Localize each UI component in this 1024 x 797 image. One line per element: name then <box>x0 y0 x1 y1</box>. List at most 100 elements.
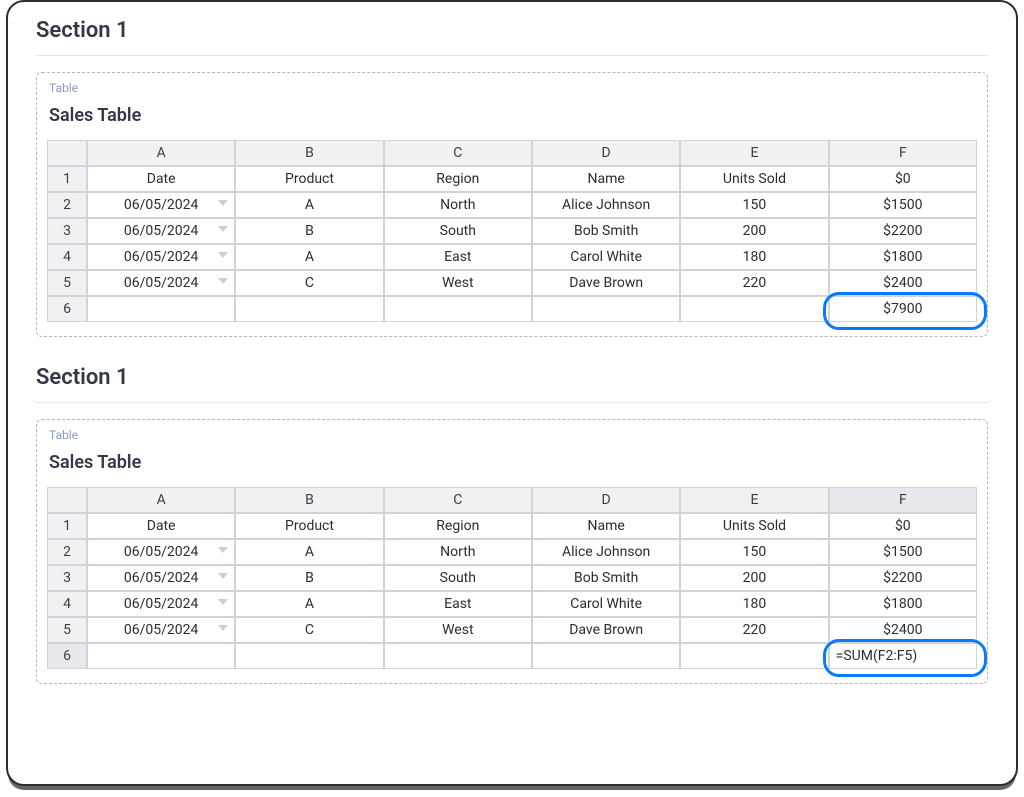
cell-formula-editing[interactable] <box>829 643 977 669</box>
cell[interactable]: South <box>384 218 532 244</box>
cell[interactable]: 180 <box>680 591 828 617</box>
col-E[interactable]: E <box>680 140 828 166</box>
col-D[interactable]: D <box>532 487 680 513</box>
filter-icon[interactable] <box>218 573 228 583</box>
cell[interactable]: North <box>384 192 532 218</box>
cell[interactable]: $1500 <box>829 539 977 565</box>
cell[interactable] <box>87 643 235 669</box>
col-D[interactable]: D <box>532 140 680 166</box>
cell[interactable]: Carol White <box>532 244 680 270</box>
cell-sum-result[interactable]: $7900 <box>829 296 977 322</box>
cell[interactable] <box>384 643 532 669</box>
filter-icon[interactable] <box>218 226 228 236</box>
row-num-selected[interactable]: 6 <box>47 643 87 669</box>
cell[interactable]: $0 <box>829 513 977 539</box>
cell[interactable] <box>680 296 828 322</box>
cell[interactable]: Bob Smith <box>532 218 680 244</box>
cell[interactable]: 06/05/2024 <box>87 244 235 270</box>
cell[interactable]: 220 <box>680 270 828 296</box>
cell[interactable]: Region <box>384 166 532 192</box>
cell[interactable]: C <box>235 270 383 296</box>
cell[interactable]: A <box>235 244 383 270</box>
corner-cell[interactable] <box>47 487 87 513</box>
col-F-selected[interactable]: F <box>829 487 977 513</box>
cell[interactable]: B <box>235 218 383 244</box>
cell[interactable]: $2200 <box>829 218 977 244</box>
row-num[interactable]: 1 <box>47 166 87 192</box>
cell[interactable]: East <box>384 591 532 617</box>
cell[interactable]: North <box>384 539 532 565</box>
cell[interactable]: Carol White <box>532 591 680 617</box>
cell[interactable]: 06/05/2024 <box>87 192 235 218</box>
row-num[interactable]: 4 <box>47 244 87 270</box>
cell[interactable] <box>532 643 680 669</box>
cell[interactable]: $2200 <box>829 565 977 591</box>
cell[interactable]: Product <box>235 166 383 192</box>
cell[interactable]: West <box>384 270 532 296</box>
col-C[interactable]: C <box>384 487 532 513</box>
row-num[interactable]: 2 <box>47 192 87 218</box>
cell[interactable]: Name <box>532 513 680 539</box>
cell[interactable]: West <box>384 617 532 643</box>
cell[interactable]: Bob Smith <box>532 565 680 591</box>
cell[interactable]: South <box>384 565 532 591</box>
col-B[interactable]: B <box>235 140 383 166</box>
cell[interactable]: 06/05/2024 <box>87 591 235 617</box>
cell[interactable]: Units Sold <box>680 513 828 539</box>
row-num[interactable]: 2 <box>47 539 87 565</box>
filter-icon[interactable] <box>218 278 228 288</box>
cell[interactable]: 220 <box>680 617 828 643</box>
row-num[interactable]: 4 <box>47 591 87 617</box>
row-num[interactable]: 5 <box>47 270 87 296</box>
cell[interactable]: A <box>235 539 383 565</box>
col-A[interactable]: A <box>87 140 235 166</box>
spreadsheet-2[interactable]: A B C D E F 1 Date Product Region Name <box>47 487 977 669</box>
cell[interactable]: Name <box>532 166 680 192</box>
filter-icon[interactable] <box>218 252 228 262</box>
row-num[interactable]: 3 <box>47 218 87 244</box>
cell[interactable] <box>235 296 383 322</box>
cell[interactable] <box>680 643 828 669</box>
col-A[interactable]: A <box>87 487 235 513</box>
corner-cell[interactable] <box>47 140 87 166</box>
cell[interactable]: B <box>235 565 383 591</box>
filter-icon[interactable] <box>218 625 228 635</box>
cell[interactable]: A <box>235 591 383 617</box>
cell[interactable]: 06/05/2024 <box>87 270 235 296</box>
cell[interactable]: 200 <box>680 218 828 244</box>
cell[interactable]: Date <box>87 166 235 192</box>
cell[interactable]: Units Sold <box>680 166 828 192</box>
cell[interactable]: East <box>384 244 532 270</box>
cell[interactable]: Date <box>87 513 235 539</box>
cell[interactable]: 06/05/2024 <box>87 617 235 643</box>
cell[interactable]: A <box>235 192 383 218</box>
cell[interactable]: 06/05/2024 <box>87 539 235 565</box>
col-E[interactable]: E <box>680 487 828 513</box>
cell[interactable]: 200 <box>680 565 828 591</box>
cell[interactable]: 150 <box>680 539 828 565</box>
spreadsheet-1[interactable]: A B C D E F 1 Date Product Region Name <box>47 140 977 322</box>
cell[interactable]: Dave Brown <box>532 270 680 296</box>
cell[interactable]: Alice Johnson <box>532 192 680 218</box>
cell[interactable] <box>87 296 235 322</box>
cell[interactable]: Dave Brown <box>532 617 680 643</box>
cell[interactable]: 06/05/2024 <box>87 565 235 591</box>
row-num[interactable]: 6 <box>47 296 87 322</box>
cell[interactable]: 180 <box>680 244 828 270</box>
cell[interactable]: Product <box>235 513 383 539</box>
filter-icon[interactable] <box>218 599 228 609</box>
cell[interactable]: 06/05/2024 <box>87 218 235 244</box>
filter-icon[interactable] <box>218 200 228 210</box>
cell[interactable] <box>384 296 532 322</box>
row-num[interactable]: 3 <box>47 565 87 591</box>
row-num[interactable]: 1 <box>47 513 87 539</box>
cell[interactable]: $1800 <box>829 591 977 617</box>
cell[interactable]: $1800 <box>829 244 977 270</box>
filter-icon[interactable] <box>218 547 228 557</box>
cell[interactable]: $2400 <box>829 617 977 643</box>
row-num[interactable]: 5 <box>47 617 87 643</box>
cell[interactable]: $0 <box>829 166 977 192</box>
cell[interactable]: $2400 <box>829 270 977 296</box>
cell[interactable]: C <box>235 617 383 643</box>
cell[interactable]: $1500 <box>829 192 977 218</box>
